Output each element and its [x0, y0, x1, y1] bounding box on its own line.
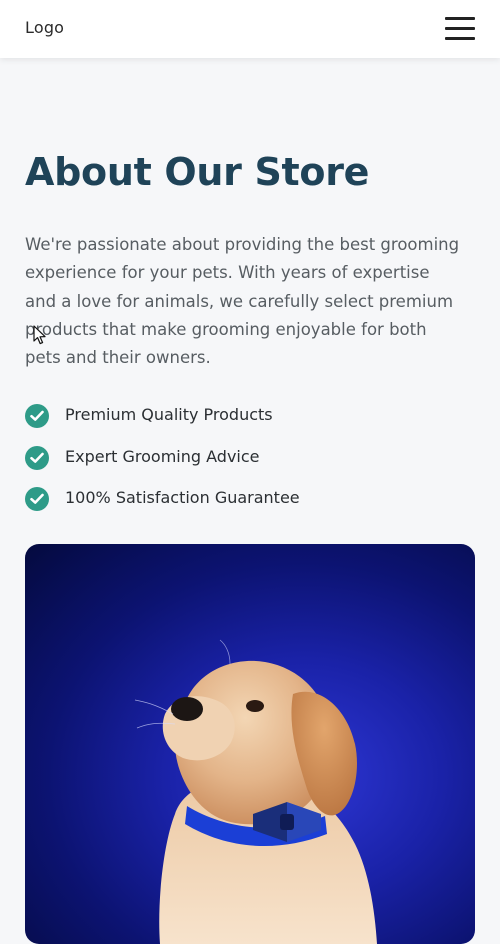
check-circle-icon — [25, 487, 49, 511]
puppy-illustration — [134, 639, 377, 944]
store-hero-image — [25, 544, 475, 944]
check-circle-icon — [25, 404, 49, 428]
feature-label: 100% Satisfaction Guarantee — [65, 488, 300, 507]
check-circle-icon — [25, 445, 49, 470]
mouse-cursor-icon — [33, 325, 47, 345]
feature-label: Premium Quality Products — [65, 405, 273, 424]
logo[interactable]: Logo — [25, 18, 64, 37]
about-description: We're passionate about providing the bes… — [25, 235, 460, 368]
hamburger-menu-icon — [445, 17, 475, 20]
hamburger-menu-button[interactable] — [444, 16, 476, 42]
site-header: Logo — [0, 0, 500, 58]
section-title: About Our Store — [25, 150, 370, 194]
feature-label: Expert Grooming Advice — [65, 446, 260, 466]
